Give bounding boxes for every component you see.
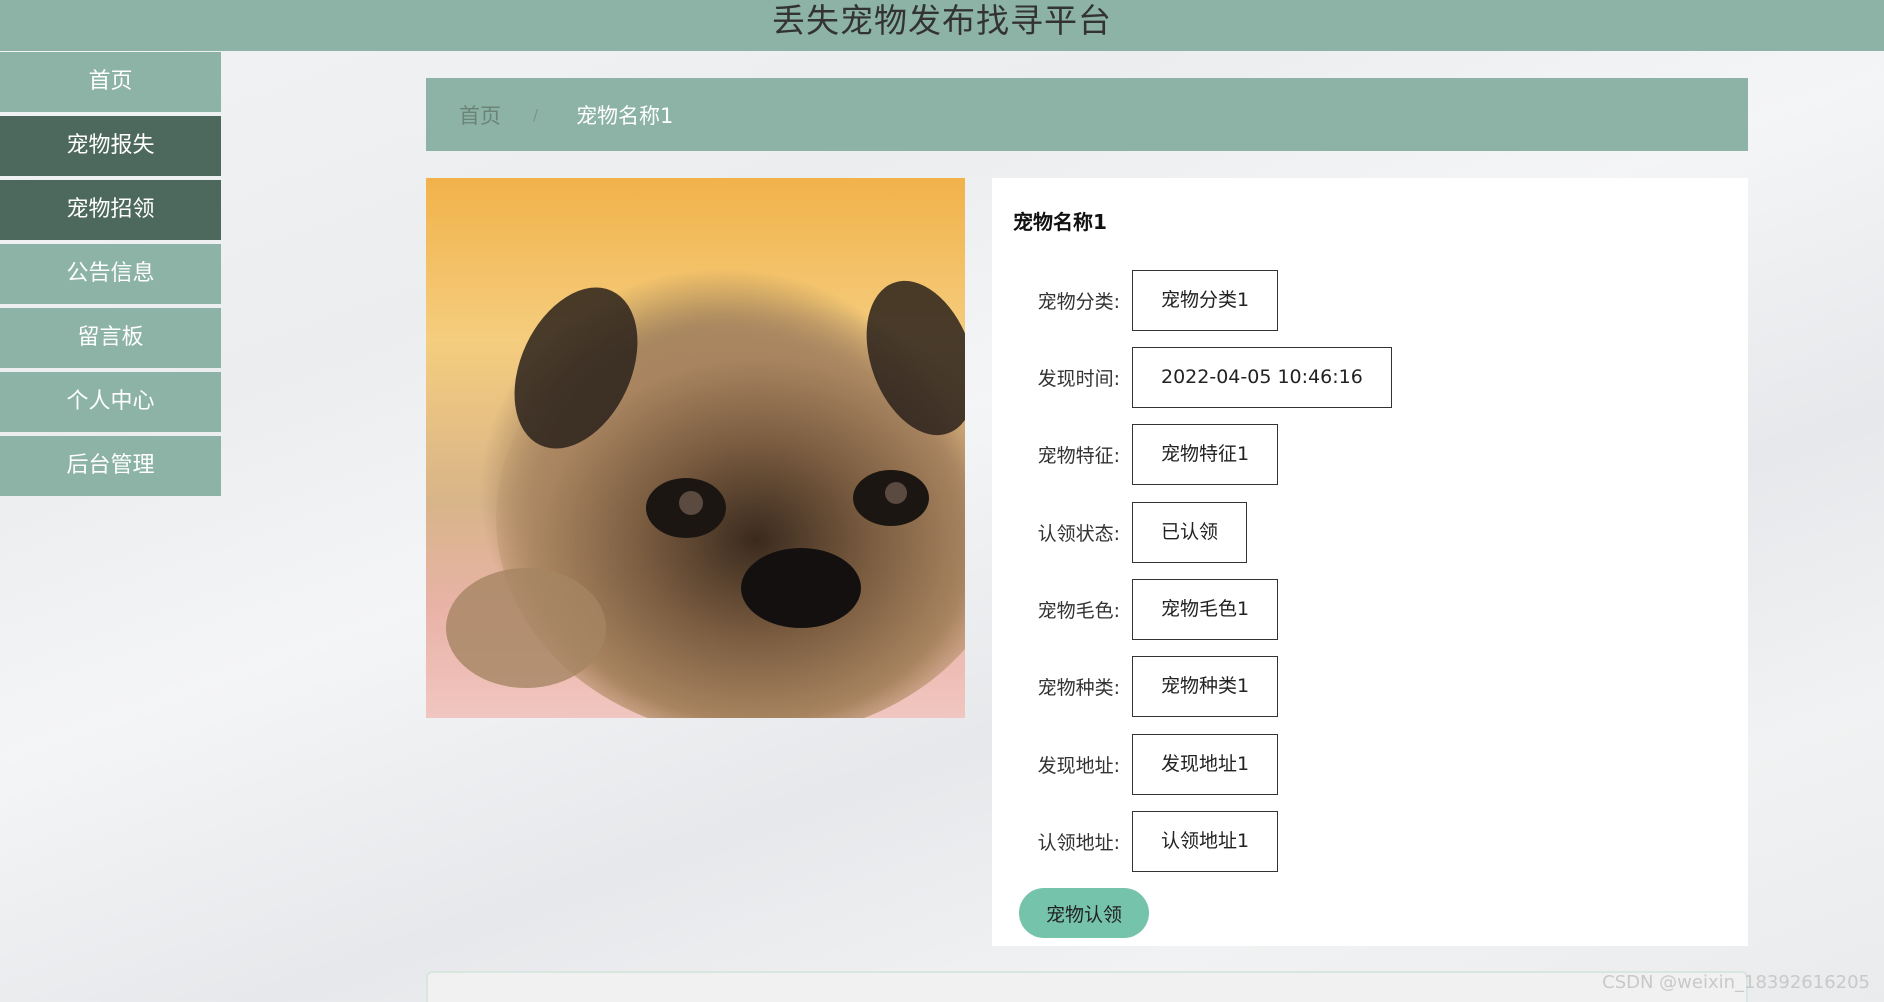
field-value: 宠物分类1: [1132, 270, 1279, 331]
field-value: 2022-04-05 10:46:16: [1132, 347, 1392, 408]
field-row-features: 宠物特征: 宠物特征1: [992, 424, 1279, 485]
site-title: 丢失宠物发布找寻平台: [772, 1, 1112, 40]
field-value: 已认领: [1132, 502, 1248, 563]
field-label: 宠物种类:: [1037, 677, 1120, 699]
field-label: 发现时间:: [1037, 368, 1120, 390]
sidebar-item-admin[interactable]: 后台管理: [0, 436, 221, 496]
top-header: 丢失宠物发布找寻平台: [0, 0, 1884, 51]
field-row-found-time: 发现时间: 2022-04-05 10:46:16: [992, 347, 1392, 408]
field-label: 宠物毛色:: [1037, 600, 1120, 622]
sidebar-item-lost-pet[interactable]: 宠物报失: [0, 116, 221, 176]
field-row-category: 宠物分类: 宠物分类1: [992, 270, 1279, 331]
sidebar-item-profile[interactable]: 个人中心: [0, 372, 221, 432]
field-value: 宠物种类1: [1132, 656, 1279, 717]
sidebar-item-found-pet[interactable]: 宠物招领: [0, 180, 221, 240]
field-row-fur-color: 宠物毛色: 宠物毛色1: [992, 579, 1279, 640]
breadcrumb-separator: /: [533, 105, 539, 124]
pet-image: [426, 178, 965, 718]
field-row-claim-status: 认领状态: 已认领: [992, 502, 1248, 563]
field-label: 认领状态:: [1037, 523, 1120, 545]
pug-photo-icon: [446, 280, 965, 718]
claim-pet-button[interactable]: 宠物认领: [1019, 888, 1149, 938]
sidebar: 首页 宠物报失 宠物招领 公告信息 留言板 个人中心 后台管理: [0, 52, 221, 500]
breadcrumb-current: 宠物名称1: [576, 103, 674, 128]
pet-name-title: 宠物名称1: [1013, 210, 1107, 234]
field-value: 认领地址1: [1132, 811, 1279, 872]
field-label: 宠物分类:: [1037, 291, 1120, 313]
field-row-found-address: 发现地址: 发现地址1: [992, 734, 1279, 795]
field-label: 发现地址:: [1037, 755, 1120, 777]
pet-detail-card: 宠物名称1 宠物分类: 宠物分类1 发现时间: 2022-04-05 10:46…: [992, 178, 1748, 946]
field-row-species: 宠物种类: 宠物种类1: [992, 656, 1279, 717]
sidebar-item-message-board[interactable]: 留言板: [0, 308, 221, 368]
sidebar-item-announcements[interactable]: 公告信息: [0, 244, 221, 304]
breadcrumb-home-link[interactable]: 首页: [459, 100, 501, 130]
sidebar-item-home[interactable]: 首页: [0, 52, 221, 112]
field-value: 宠物特征1: [1132, 424, 1279, 485]
field-value: 发现地址1: [1132, 734, 1279, 795]
field-value: 宠物毛色1: [1132, 579, 1279, 640]
field-row-claim-address: 认领地址: 认领地址1: [992, 811, 1279, 872]
watermark: CSDN @weixin_18392616205: [1602, 972, 1870, 993]
bottom-panel: [426, 971, 1748, 1002]
field-label: 宠物特征:: [1037, 445, 1120, 467]
field-label: 认领地址:: [1037, 832, 1120, 854]
breadcrumb: 首页 / 宠物名称1: [426, 78, 1748, 151]
